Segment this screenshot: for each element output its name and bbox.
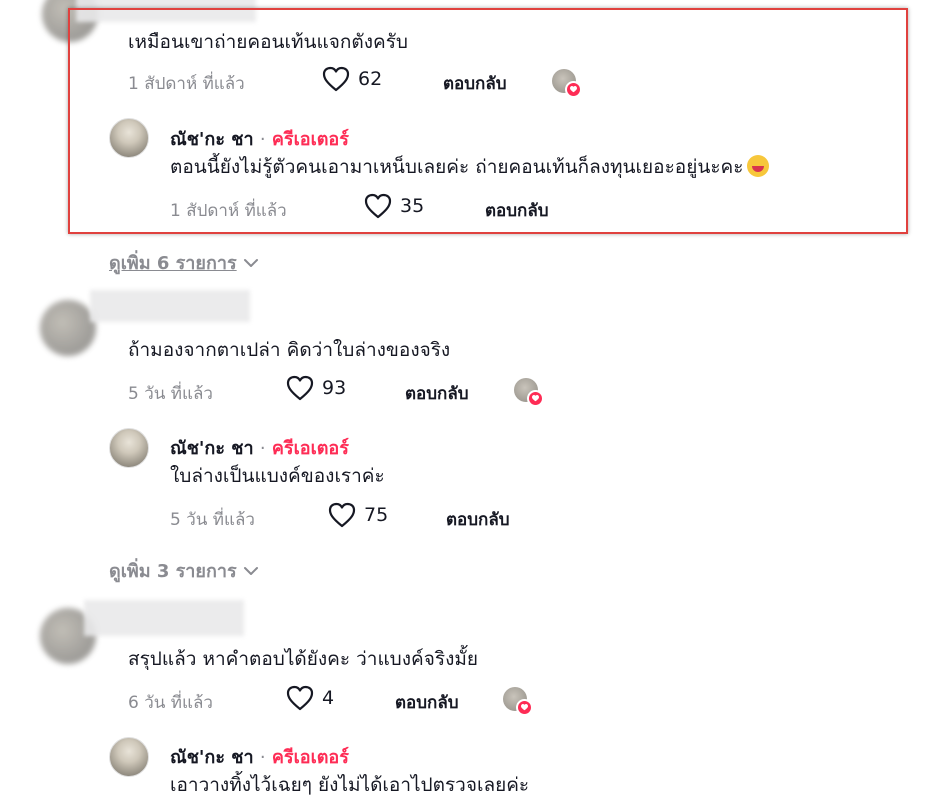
like-count: 4	[322, 687, 335, 709]
heart-outline-icon	[286, 375, 314, 401]
separator-dot: ·	[259, 438, 266, 459]
creator-liked-avatar	[514, 378, 544, 407]
comment-time: 5 วัน ที่แล้ว	[128, 384, 213, 404]
creator-liked-avatar	[503, 687, 533, 716]
reply-time: 5 วัน ที่แล้ว	[170, 510, 255, 530]
comment-text: สรุปแล้ว หาคำตอบได้ยังคะ ว่าแบงค์จริงมั้…	[128, 648, 479, 670]
reply-text: เอาวางทิ้งไว้เฉยๆ ยังไม่ได้เอาไปตรวจเลยค…	[170, 774, 530, 796]
view-more-replies[interactable]: ดูเพิ่ม 3 รายการ	[109, 556, 259, 585]
creator-badge: ครีเอเตอร์	[271, 747, 349, 768]
reply-text: ใบล่างเป็นแบงค์ของเราค่ะ	[170, 465, 385, 487]
reply-like-button[interactable]: 75	[328, 502, 388, 528]
highlight-annotation-box	[68, 8, 908, 234]
reply-button[interactable]: ตอบกลับ	[405, 380, 469, 407]
reply-author-line: ณัช'กะ ชา · ครีเอเตอร์	[170, 742, 349, 771]
reply-like-count: 75	[364, 504, 389, 526]
view-more-label: ดูเพิ่ม 6 รายการ	[109, 253, 237, 274]
heart-badge-icon	[516, 699, 533, 716]
creator-avatar[interactable]	[109, 737, 149, 777]
chevron-down-icon	[243, 252, 259, 273]
reply-author-line: ณัช'กะ ชา · ครีเอเตอร์	[170, 433, 349, 462]
comment-time: 6 วัน ที่แล้ว	[128, 693, 213, 713]
reply-button[interactable]: ตอบกลับ	[446, 506, 510, 533]
reply-author-name[interactable]: ณัช'กะ ชา	[170, 438, 254, 459]
like-button[interactable]: 4	[286, 685, 334, 711]
heart-outline-icon	[286, 685, 314, 711]
like-button[interactable]: 93	[286, 375, 346, 401]
like-count: 93	[322, 377, 347, 399]
commenter-name-blurred[interactable]	[90, 290, 250, 322]
commenter-name-blurred[interactable]	[84, 600, 244, 636]
creator-avatar[interactable]	[109, 428, 149, 468]
comment-text: ถ้ามองจากตาเปล่า คิดว่าใบล่างของจริง	[128, 339, 451, 361]
heart-badge-icon	[527, 390, 544, 407]
heart-outline-icon	[328, 502, 356, 528]
chevron-down-icon	[243, 560, 259, 581]
creator-badge: ครีเอเตอร์	[271, 438, 349, 459]
view-more-label: ดูเพิ่ม 3 รายการ	[109, 561, 237, 582]
view-more-replies[interactable]: ดูเพิ่ม 6 รายการ	[109, 248, 259, 277]
separator-dot: ·	[259, 747, 266, 768]
reply-author-name[interactable]: ณัช'กะ ชา	[170, 747, 254, 768]
commenter-avatar[interactable]	[40, 300, 96, 356]
reply-button[interactable]: ตอบกลับ	[395, 689, 459, 716]
